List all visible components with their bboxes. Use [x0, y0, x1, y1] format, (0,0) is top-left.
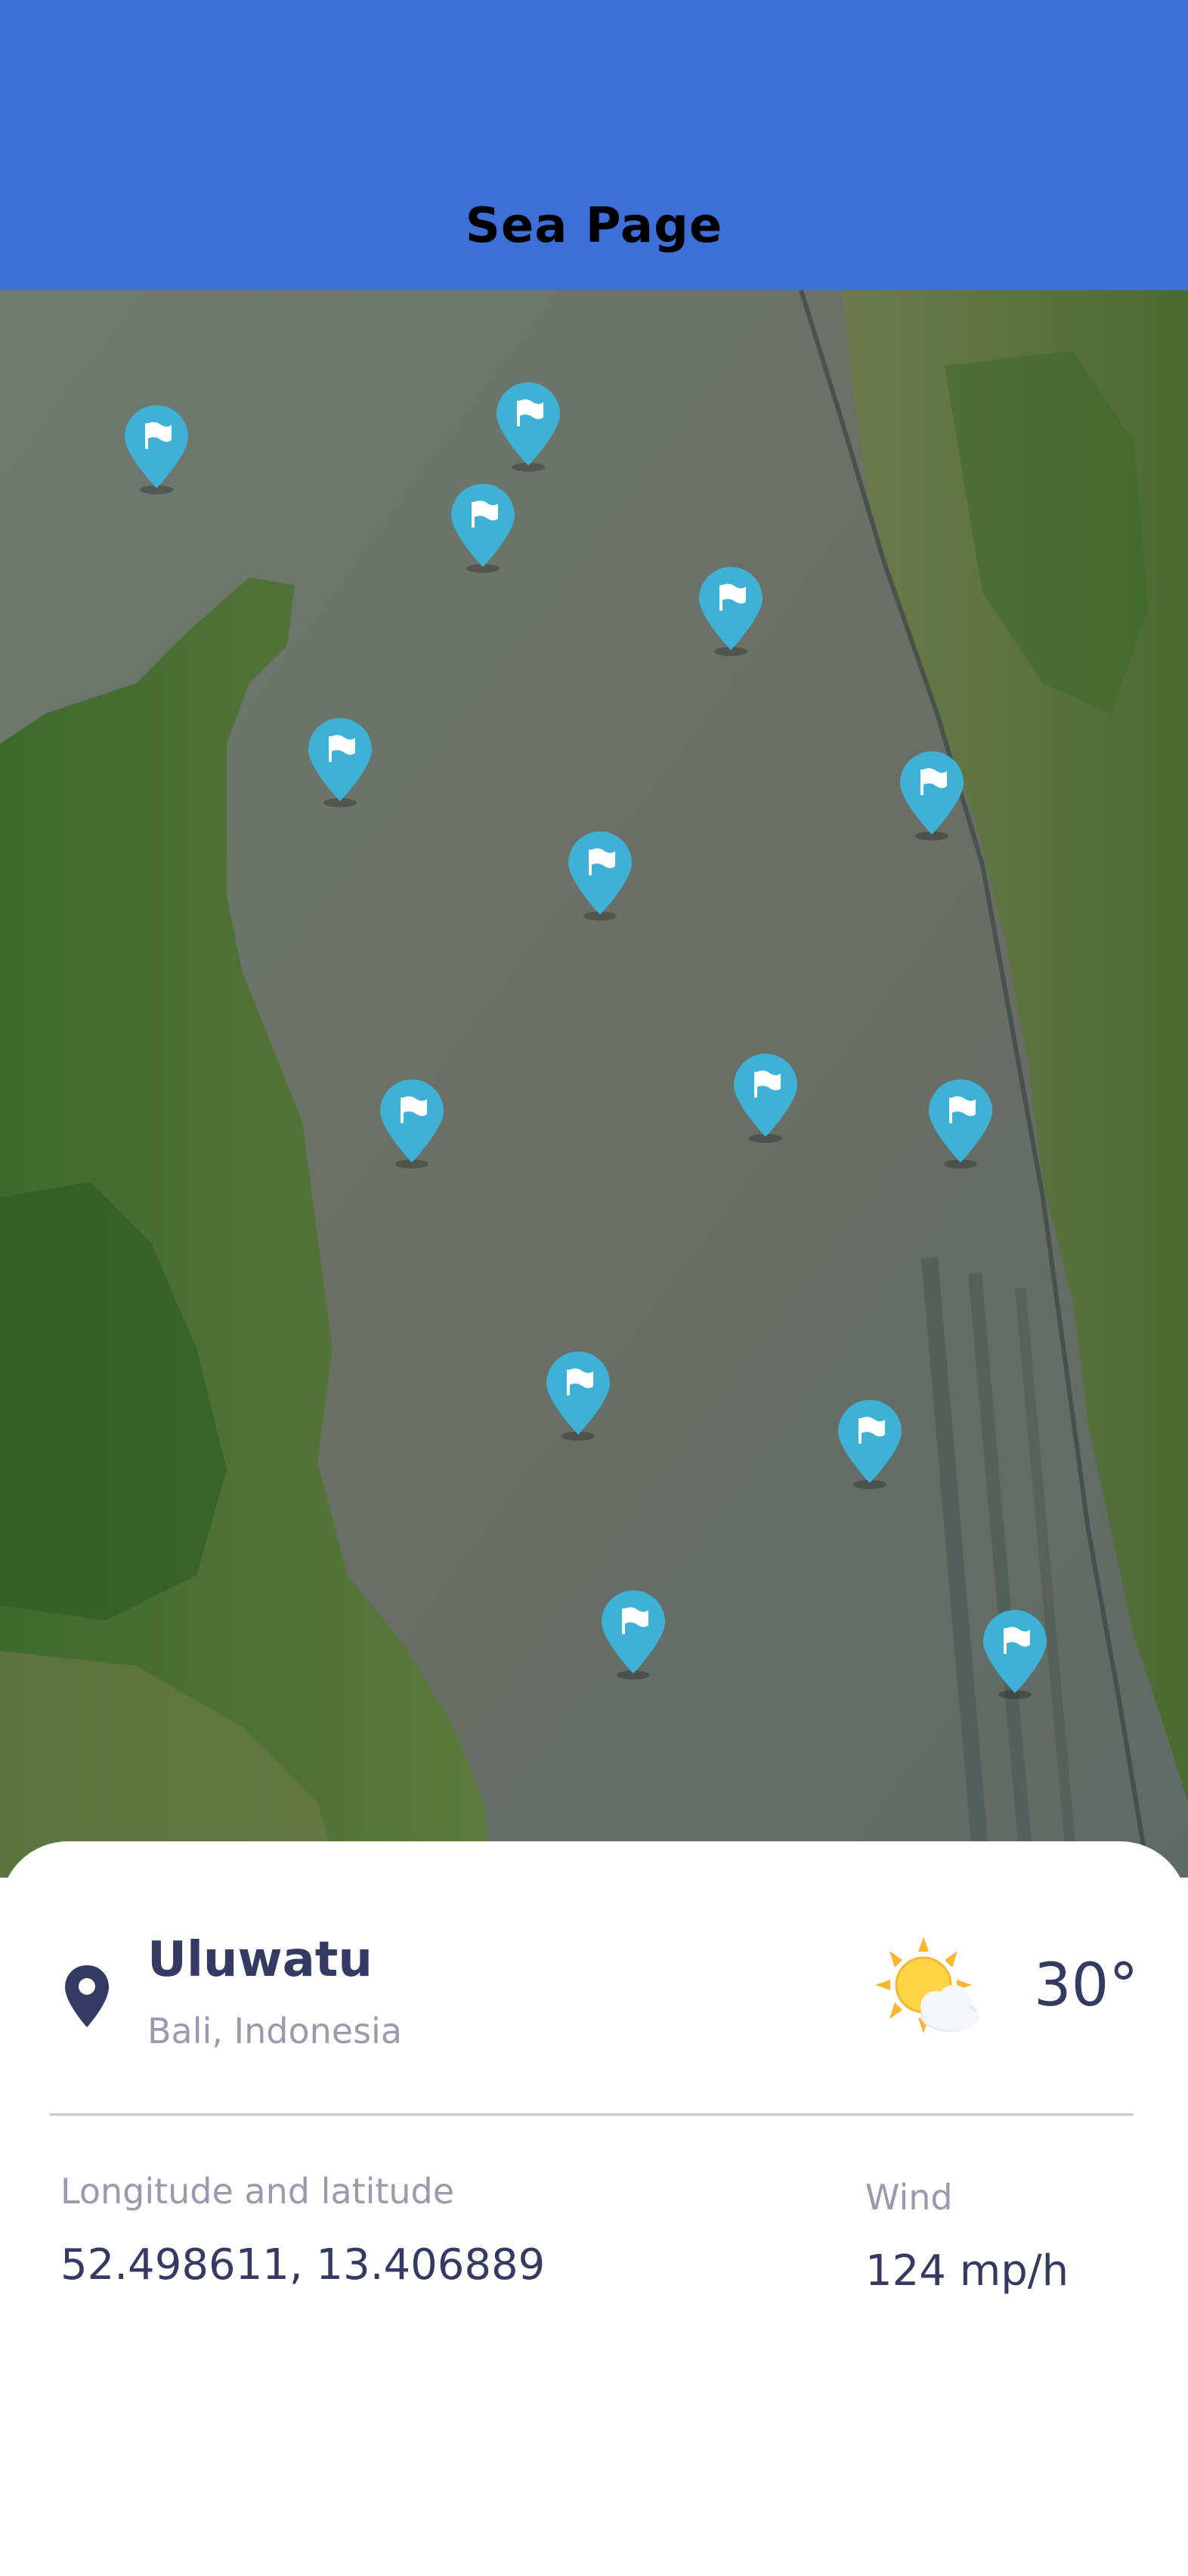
- location-detail-sheet: Uluwatu Bali, Indonesia 30° Longitude an…: [0, 1841, 1188, 2576]
- flag-pin-icon[interactable]: [377, 1079, 447, 1170]
- temperature: 30°: [1034, 1952, 1139, 2020]
- app-header: Sea Page: [0, 0, 1188, 290]
- flag-pin-icon[interactable]: [980, 1610, 1050, 1701]
- map-pin-icon: [65, 1965, 109, 2027]
- divider: [50, 2113, 1134, 2116]
- location-name: Uluwatu: [147, 1932, 373, 1988]
- satellite-map[interactable]: [0, 290, 1188, 1878]
- flag-pin-icon[interactable]: [599, 1590, 668, 1681]
- flag-pin-icon[interactable]: [122, 405, 191, 496]
- page-title: Sea Page: [465, 198, 723, 254]
- wind-label: Wind: [865, 2177, 953, 2218]
- flag-pin-icon[interactable]: [448, 484, 518, 574]
- flag-pin-icon[interactable]: [897, 751, 967, 842]
- flag-pin-icon[interactable]: [926, 1079, 995, 1170]
- location-region: Bali, Indonesia: [147, 2011, 403, 2051]
- wind-value: 124 mp/h: [865, 2246, 1069, 2296]
- flag-pin-icon[interactable]: [835, 1400, 905, 1491]
- flag-pin-icon[interactable]: [731, 1054, 800, 1144]
- flag-pin-icon[interactable]: [696, 567, 766, 658]
- flag-pin-icon[interactable]: [493, 382, 563, 473]
- coordinates-label: Longitude and latitude: [60, 2171, 455, 2212]
- flag-pin-icon[interactable]: [565, 831, 635, 922]
- flag-pin-icon[interactable]: [543, 1351, 613, 1442]
- sea-page-screen: Sea Page Uluwatu Bali, Indonesia 30° Lon…: [0, 0, 1188, 2576]
- coordinates-value: 52.498611, 13.406889: [60, 2240, 546, 2290]
- flag-pin-icon[interactable]: [305, 718, 375, 809]
- sun-cloud-icon: [875, 1937, 979, 2033]
